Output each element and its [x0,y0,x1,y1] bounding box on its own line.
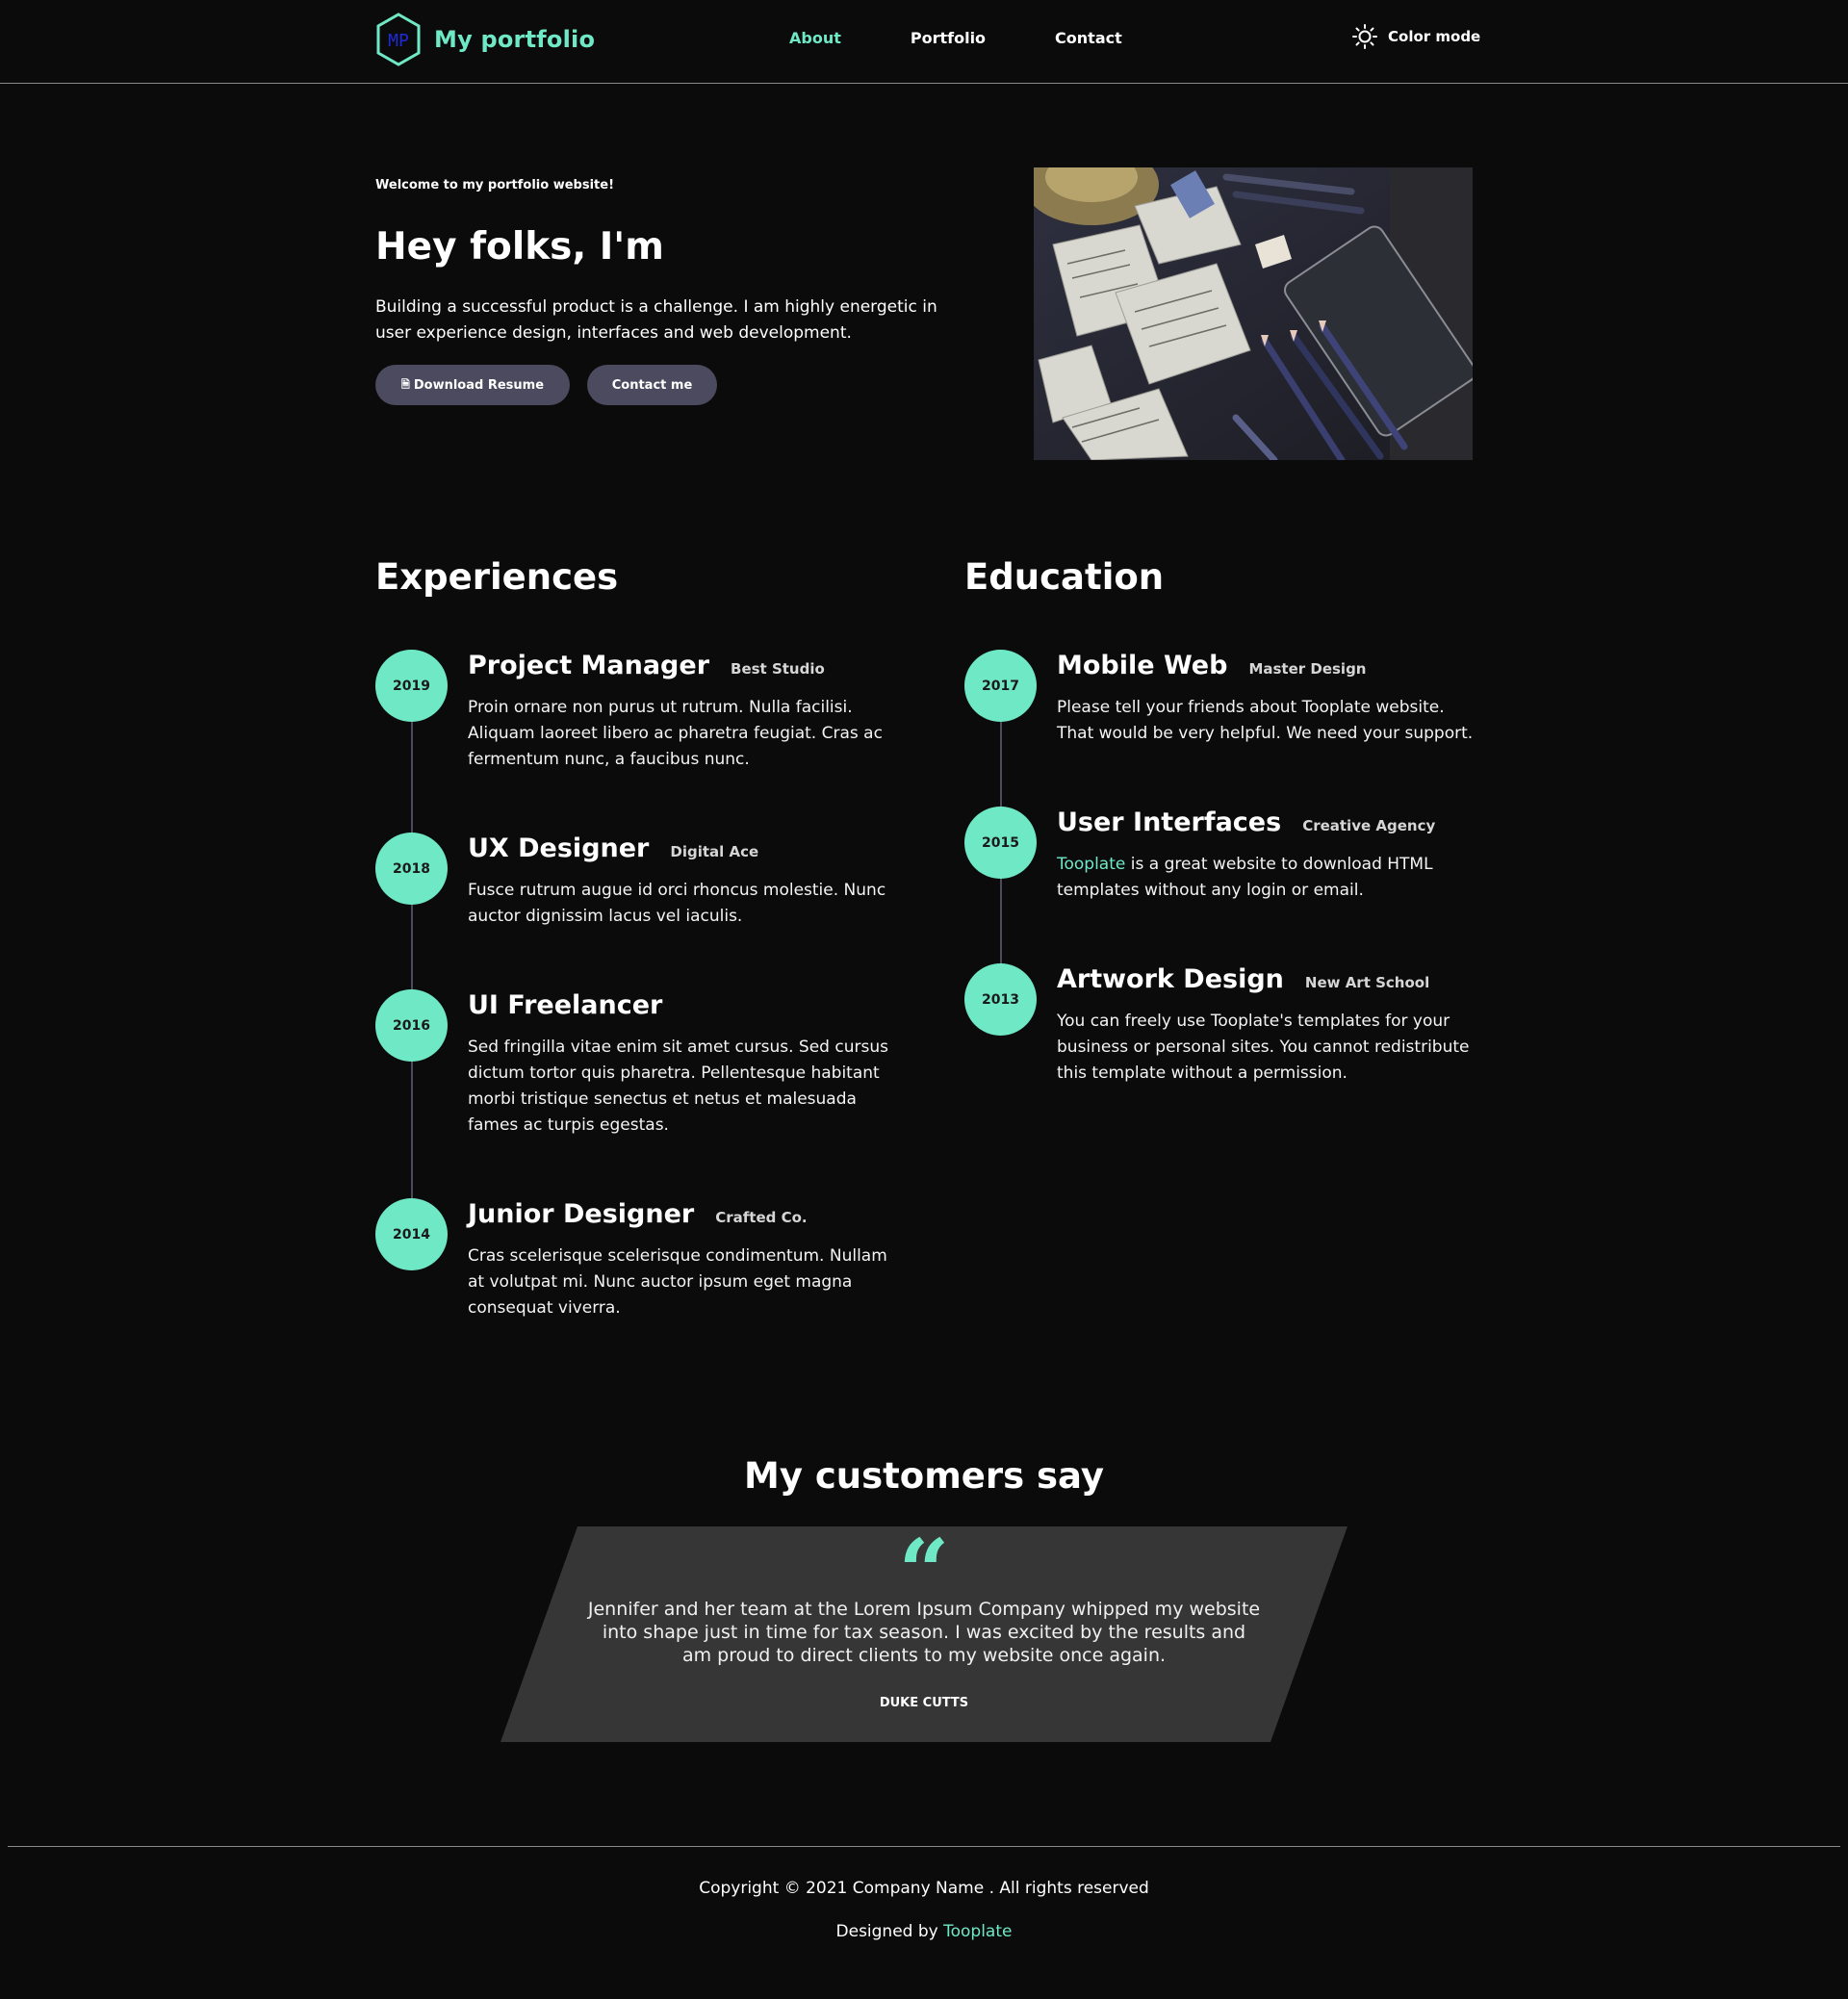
education-heading: Mobile Web Master Design [1057,651,1367,680]
experience-title: UI Freelancer [468,990,663,1020]
education-title: User Interfaces [1057,807,1282,837]
experience-description: Sed fringilla vitae enim sit amet cursus… [468,1038,888,1135]
brand-link[interactable]: MP My portfolio [375,13,595,66]
tooplate-link[interactable]: Tooplate [1057,855,1125,874]
education-description: Please tell your friends about Tooplate … [1057,698,1474,743]
experiences-timeline-line [411,686,413,1235]
main-nav: About Portfolio Contact [789,29,1192,47]
education-year-2017: 2017 [964,650,1037,722]
experience-org: Crafted Co. [715,1209,808,1226]
experience-year-2018: 2018 [375,833,448,905]
experience-org: Best Studio [731,660,825,678]
education-year-2015: 2015 [964,807,1037,879]
welcome-text: Welcome to my portfolio website! [375,178,614,192]
copyright-text: Copyright © 2021 Company Name . All righ… [699,1879,1149,1898]
hero-title: Hey folks, I'm [375,225,664,269]
testimonial-text: Jennifer and her team at the Lorem Ipsum… [587,1599,1261,1666]
nav-link-about[interactable]: About [789,29,841,47]
designed-by-label: Designed by [835,1922,944,1941]
education-title: Mobile Web [1057,651,1228,680]
testimonial-title: My customers say [744,1455,1104,1497]
education-title: Artwork Design [1057,964,1284,994]
sun-icon [1352,24,1377,49]
testimonial-author: DUKE CUTTS [879,1696,969,1710]
education-heading: User Interfaces Creative Agency [1057,807,1435,837]
experience-title: Project Manager [468,651,710,680]
contact-me-button[interactable]: Contact me [587,365,717,405]
education-year-2013: 2013 [964,963,1037,1036]
designed-by: Designed by Tooplate [0,1922,1848,1941]
education-title: Education [964,556,1165,598]
education-heading: Artwork Design New Art School [1057,964,1429,994]
experience-title: Junior Designer [468,1199,695,1229]
experience-heading: UI Freelancer [468,990,683,1020]
testimonial-card: “ Jennifer and her team at the Lorem Ips… [500,1526,1348,1742]
hero-image [1034,167,1473,460]
experience-year-2019: 2019 [375,650,448,722]
experiences-title: Experiences [375,556,619,598]
experience-description: Cras scelerisque scelerisque condimentum… [468,1246,887,1318]
experience-heading: UX Designer Digital Ace [468,833,758,863]
download-resume-label: Download Resume [413,377,545,393]
education-org: Creative Agency [1302,817,1436,834]
experience-year-2014: 2014 [375,1198,448,1270]
hexagon-logo-icon: MP [376,13,421,66]
experience-year-2016: 2016 [375,989,448,1062]
download-resume-button[interactable]: 🗎 Download Resume [375,365,570,405]
experience-description: Proin ornare non purus ut rutrum. Nulla … [468,698,883,769]
education-org: New Art School [1304,974,1430,991]
logo-text: MP [388,31,409,51]
experience-heading: Project Manager Best Studio [468,651,825,680]
tooplate-footer-link[interactable]: Tooplate [943,1922,1012,1941]
experience-heading: Junior Designer Crafted Co. [468,1199,808,1229]
experience-description: Fusce rutrum augue id orci rhoncus moles… [468,881,886,926]
color-mode-label: Color mode [1388,28,1481,45]
brand-name: My portfolio [434,26,596,53]
education-description: You can freely use Tooplate's templates … [1057,1012,1470,1083]
education-description: Tooplate is a great website to download … [1057,852,1480,904]
nav-link-portfolio[interactable]: Portfolio [911,29,986,47]
experience-org: Digital Ace [670,843,759,860]
document-icon: 🗎 [400,377,410,391]
hero-description: Building a successful product is a chall… [375,297,937,343]
footer-divider [8,1846,1840,1847]
education-org: Master Design [1248,660,1367,678]
nav-link-contact[interactable]: Contact [1055,29,1122,47]
navbar: MP My portfolio About Portfolio Contact … [0,0,1848,84]
color-mode-toggle[interactable]: Color mode [1351,23,1480,50]
experience-title: UX Designer [468,833,650,863]
